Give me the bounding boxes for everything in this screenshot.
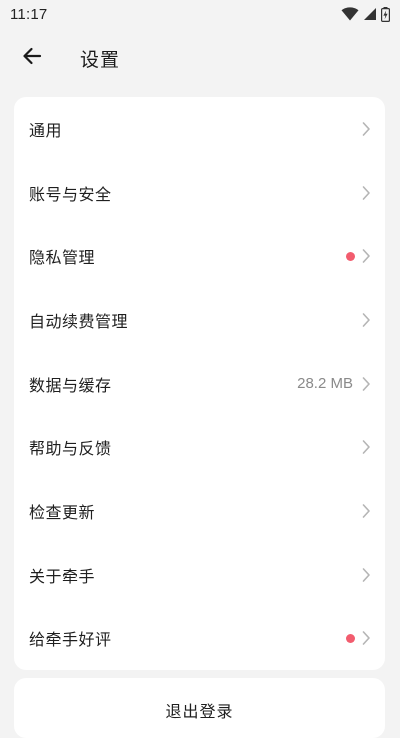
settings-list: 通用 账号与安全 隐私管理 自动续费管理 数据与缓存 28.2 MB 帮助与反馈	[14, 97, 385, 670]
back-button[interactable]	[10, 36, 54, 80]
wifi-icon	[341, 7, 359, 21]
settings-item-help-feedback[interactable]: 帮助与反馈	[14, 415, 385, 479]
settings-item-label: 帮助与反馈	[29, 439, 112, 459]
chevron-right-icon	[361, 503, 371, 519]
settings-item-rate-app[interactable]: 给牵手好评	[14, 607, 385, 671]
logout-label: 退出登录	[165, 702, 234, 721]
chevron-right-icon	[361, 312, 371, 328]
settings-item-label: 隐私管理	[29, 248, 96, 268]
page-title: 设置	[80, 48, 121, 71]
settings-item-label: 数据与缓存	[29, 375, 112, 395]
chevron-right-icon	[361, 376, 371, 392]
settings-item-general[interactable]: 通用	[14, 97, 385, 161]
signal-icon	[363, 7, 377, 21]
chevron-right-icon	[361, 185, 371, 201]
settings-item-account-security[interactable]: 账号与安全	[14, 161, 385, 225]
settings-item-label: 检查更新	[29, 502, 96, 522]
chevron-right-icon	[361, 567, 371, 583]
settings-item-label: 给牵手好评	[29, 630, 112, 650]
settings-item-privacy[interactable]: 隐私管理	[14, 224, 385, 288]
settings-item-about[interactable]: 关于牵手	[14, 543, 385, 607]
notification-dot	[346, 251, 355, 261]
settings-item-check-update[interactable]: 检查更新	[14, 479, 385, 543]
notification-dot	[346, 633, 355, 643]
settings-item-label: 关于牵手	[29, 566, 96, 586]
settings-item-label: 账号与安全	[29, 184, 112, 204]
battery-charging-icon	[381, 6, 390, 22]
arrow-left-icon	[22, 47, 42, 69]
chevron-right-icon	[361, 248, 371, 264]
settings-item-auto-renewal[interactable]: 自动续费管理	[14, 288, 385, 352]
status-time: 11:17	[10, 5, 48, 23]
settings-item-label: 自动续费管理	[29, 311, 129, 331]
header-bar: 设置	[0, 28, 400, 88]
cache-size-value: 28.2 MB	[297, 375, 353, 393]
chevron-right-icon	[361, 121, 371, 137]
logout-button[interactable]: 退出登录	[14, 678, 385, 738]
chevron-right-icon	[361, 630, 371, 646]
status-bar: 11:17	[0, 0, 400, 28]
settings-item-data-cache[interactable]: 数据与缓存 28.2 MB	[14, 352, 385, 416]
status-icons	[341, 6, 390, 22]
chevron-right-icon	[361, 439, 371, 455]
settings-item-label: 通用	[29, 120, 63, 140]
